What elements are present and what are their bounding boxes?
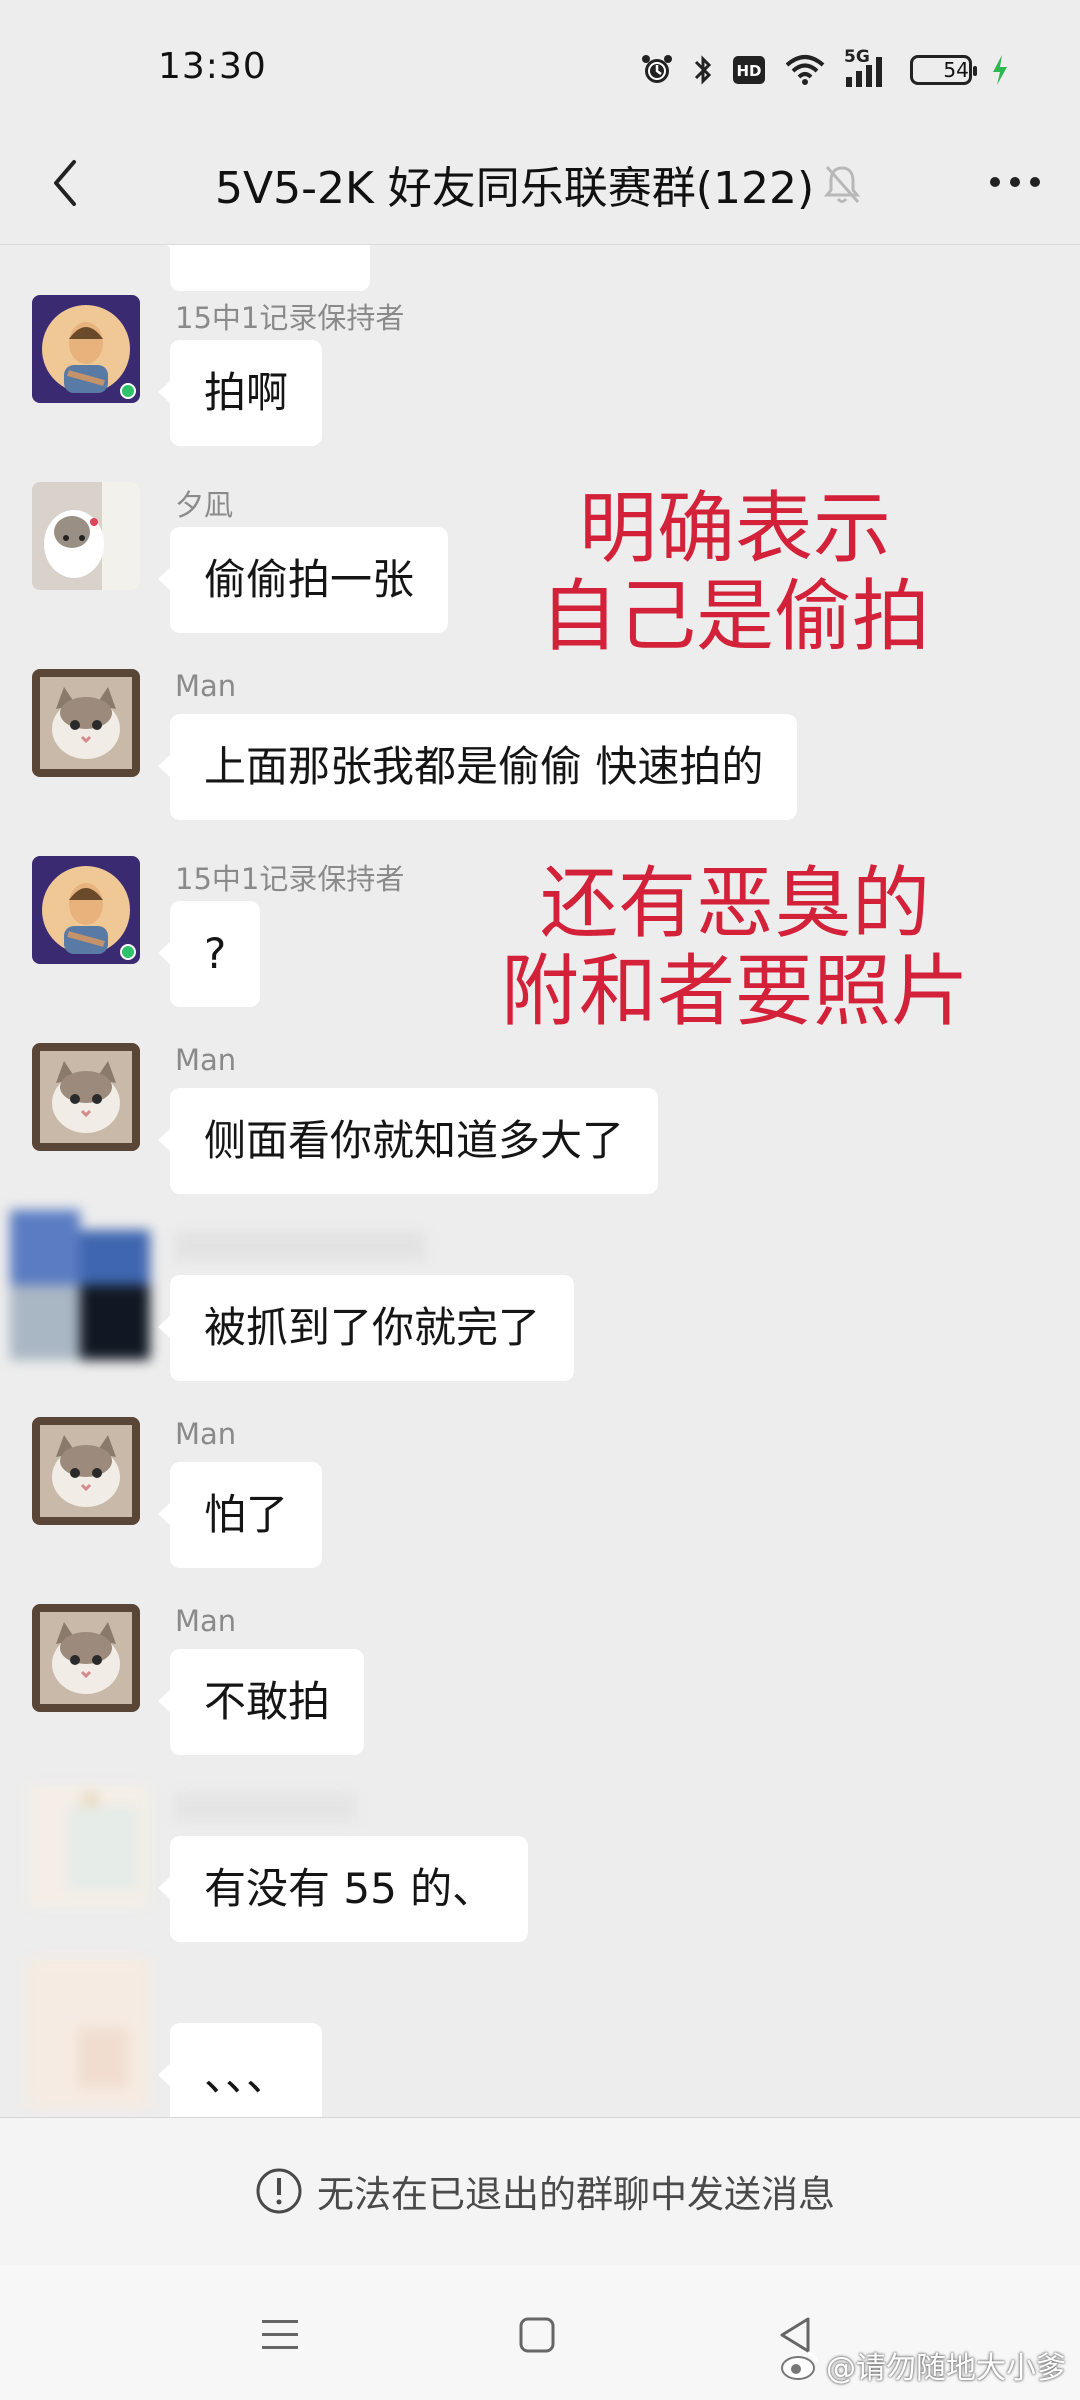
blurred-avatar: [28, 1786, 148, 1906]
blurred-sender-name: [175, 1232, 425, 1260]
partial-message-bubble[interactable]: [158, 245, 370, 291]
bluetooth-icon: [692, 53, 714, 87]
status-time: 13:30: [158, 46, 267, 87]
avatar[interactable]: [32, 1043, 140, 1151]
annotation-text: 明确表示 自己是偷拍: [535, 485, 935, 661]
avatar[interactable]: [32, 482, 140, 590]
home-square-icon: [519, 2317, 555, 2353]
chat-message-list[interactable]: 15中1记录保持者 拍啊 夕凪 偷偷拍一张 Man 上面那张我都是偷偷 快速拍的…: [0, 245, 1080, 2117]
message-bubble[interactable]: 偷偷拍一张: [157, 527, 449, 633]
weibo-logo-icon: [781, 2351, 818, 2380]
hd-icon: HD: [732, 55, 766, 85]
sender-name: 夕凪: [175, 488, 234, 522]
back-chevron-icon: [54, 160, 76, 206]
input-bar: 无法在已退出的群聊中发送消息: [0, 2117, 1080, 2265]
battery-level: 54: [943, 58, 969, 82]
blurred-avatar: [10, 1210, 150, 1360]
chat-header: 5V5-2K 好友同乐联赛群(122): [0, 130, 1080, 245]
menu-button[interactable]: [250, 2305, 310, 2365]
charging-icon: [990, 53, 1010, 87]
message-bubble[interactable]: 拍啊: [157, 340, 323, 446]
hd-label: HD: [736, 62, 761, 80]
avatar[interactable]: [32, 1604, 140, 1712]
menu-icon: [262, 2320, 298, 2349]
wifi-icon: [784, 53, 826, 87]
back-button[interactable]: [30, 148, 100, 218]
battery-icon: 54: [910, 55, 977, 85]
system-navigation-bar: @请勿随地大小爹: [0, 2265, 1080, 2400]
warning-circle-icon: [256, 2168, 302, 2214]
more-dots-icon: [990, 177, 1040, 187]
message-bubble[interactable]: 不敢拍: [157, 1649, 365, 1755]
avatar[interactable]: [32, 856, 140, 964]
annotation-text: 还有恶臭的 附和者要照片: [485, 860, 985, 1036]
blurred-sender-name: [175, 1793, 355, 1821]
avatar[interactable]: [32, 1417, 140, 1525]
chat-title[interactable]: 5V5-2K 好友同乐联赛群(122): [215, 152, 814, 216]
sender-name: Man: [175, 1417, 237, 1451]
annotation-line: 明确表示: [578, 484, 891, 574]
status-icons: HD 5G 54: [640, 47, 1010, 90]
watermark-text: @请勿随地大小爹: [826, 2351, 1066, 2386]
signal-5g-icon: 5G: [844, 47, 892, 89]
watermark: @请勿随地大小爹: [780, 2343, 1066, 2387]
notice-text: 无法在已退出的群聊中发送消息: [317, 2173, 835, 2216]
sender-name: 15中1记录保持者: [175, 862, 405, 896]
avatar[interactable]: [32, 295, 140, 403]
annotation-line: 还有恶臭的: [539, 859, 930, 949]
home-button[interactable]: [507, 2305, 567, 2365]
message-bubble[interactable]: 有没有 55 的、: [157, 1836, 529, 1942]
mute-bell-icon: [822, 162, 862, 210]
status-bar: 13:30 HD 5G 54: [0, 0, 1080, 130]
message-bubble[interactable]: 上面那张我都是偷偷 快速拍的: [157, 714, 798, 820]
avatar[interactable]: [32, 669, 140, 777]
blurred-avatar: [28, 1958, 148, 2108]
message-bubble[interactable]: 被抓到了你就完了: [157, 1275, 575, 1381]
message-bubble[interactable]: 怕了: [157, 1462, 323, 1568]
more-options-button[interactable]: [980, 152, 1050, 212]
sender-name: Man: [175, 1043, 237, 1077]
message-bubble[interactable]: 、、、: [157, 2023, 323, 2117]
sender-name: Man: [175, 669, 237, 703]
input-disabled-notice: 无法在已退出的群聊中发送消息: [255, 2164, 835, 2218]
sender-name: 15中1记录保持者: [175, 301, 405, 335]
annotation-line: 自己是偷拍: [539, 572, 930, 662]
alarm-icon: [640, 53, 674, 87]
message-bubble[interactable]: 侧面看你就知道多大了: [157, 1088, 659, 1194]
sender-name: Man: [175, 1604, 237, 1638]
annotation-line: 附和者要照片: [500, 947, 969, 1037]
message-bubble[interactable]: ?: [157, 901, 261, 1007]
